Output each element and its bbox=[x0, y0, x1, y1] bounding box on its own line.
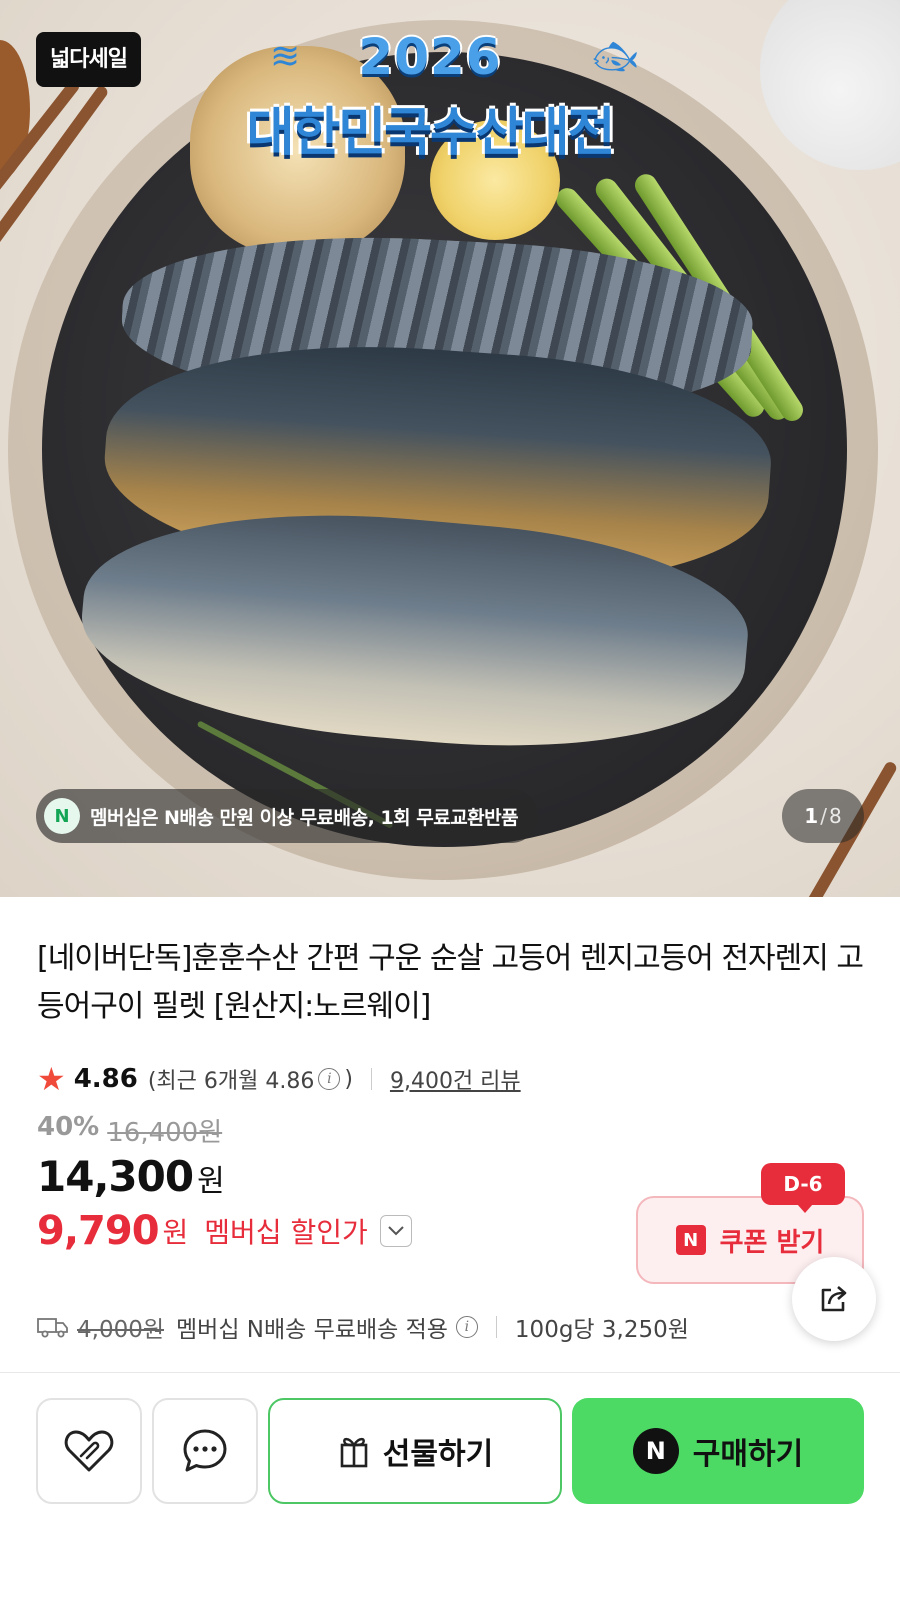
product-image[interactable]: 넓다세일 ≋ 🐟︎ 2026 대한민국수산대전 N 멤버십은 N배송 만원 이상… bbox=[0, 0, 900, 897]
naver-membership-icon: N bbox=[44, 798, 80, 834]
share-button[interactable] bbox=[792, 1257, 876, 1341]
membership-promo-banner[interactable]: N 멤버십은 N배송 만원 이상 무료배송, 1회 무료교환반품 bbox=[36, 789, 539, 843]
sale-price-value: 14,300 bbox=[37, 1152, 194, 1201]
review-count-link[interactable]: 9,400건 리뷰 bbox=[390, 1063, 521, 1095]
page-current: 1 bbox=[804, 804, 819, 828]
page-total: 8 bbox=[828, 804, 842, 828]
info-icon[interactable]: i bbox=[455, 1316, 478, 1338]
buy-label: 구매하기 bbox=[692, 1437, 804, 1472]
chat-bubble-icon bbox=[183, 1429, 227, 1472]
original-price: 16,400원 bbox=[107, 1118, 223, 1148]
gift-button[interactable]: 선물하기 bbox=[268, 1398, 562, 1504]
divider bbox=[370, 1068, 372, 1090]
recent-rating: (최근 6개월 4.86 i ) bbox=[148, 1063, 353, 1095]
sale-price: 14,300 원 bbox=[37, 1152, 225, 1201]
original-shipping-fee: 4,000원 bbox=[77, 1317, 165, 1343]
chevron-down-icon[interactable] bbox=[379, 1215, 412, 1247]
event-name: 대한민국수산대전 bbox=[246, 103, 616, 163]
recent-rating-label: (최근 6개월 4.86 bbox=[147, 1069, 315, 1094]
sale-price-currency: 원 bbox=[197, 1164, 225, 1199]
shipping-row: 4,000원 멤버십 N배송 무료배송 적용 i 100g당 3,250원 bbox=[37, 1310, 689, 1344]
membership-price-currency: 원 bbox=[162, 1216, 189, 1249]
discount-row: 40% 16,400원 bbox=[37, 1112, 222, 1149]
membership-price: 9,790 bbox=[37, 1208, 160, 1254]
sale-badge: 넓다세일 bbox=[36, 32, 141, 87]
bottom-action-bar: 선물하기 N 구매하기 bbox=[0, 1390, 900, 1510]
truck-icon bbox=[37, 1318, 68, 1338]
rating-value: 4.86 bbox=[73, 1064, 138, 1094]
membership-price-row: 9,790 원 멤버십 할인가 bbox=[37, 1208, 412, 1254]
event-logo: 2026 대한민국수산대전 bbox=[180, 28, 680, 165]
coupon-label: 쿠폰 받기 bbox=[719, 1227, 825, 1258]
shipping-text: 멤버십 N배송 무료배송 적용 bbox=[176, 1317, 448, 1343]
info-icon[interactable]: i bbox=[318, 1068, 341, 1090]
wishlist-button[interactable] bbox=[36, 1398, 142, 1504]
event-year: 2026 bbox=[358, 28, 502, 86]
star-icon: ★ bbox=[37, 1060, 66, 1098]
gift-label: 선물하기 bbox=[382, 1437, 494, 1472]
unit-price: 100g당 3,250원 bbox=[514, 1317, 689, 1343]
discount-rate: 40% bbox=[37, 1112, 100, 1142]
membership-price-label: 멤버십 할인가 bbox=[204, 1216, 368, 1249]
page-separator: / bbox=[820, 804, 827, 828]
talk-button[interactable] bbox=[152, 1398, 258, 1504]
naver-pay-icon: N bbox=[632, 1428, 679, 1474]
product-title: [네이버단독]훈훈수산 간편 구운 순살 고등어 렌지고등어 전자렌지 고등어구… bbox=[37, 941, 864, 1024]
gift-icon bbox=[340, 1437, 368, 1468]
image-page-counter: 1 / 8 bbox=[782, 789, 864, 843]
dday-badge: D-6 bbox=[761, 1163, 845, 1213]
rice-bowl bbox=[760, 0, 900, 170]
section-divider bbox=[0, 1372, 900, 1373]
divider bbox=[495, 1316, 497, 1338]
heart-clip-icon bbox=[64, 1430, 114, 1472]
buy-button[interactable]: N 구매하기 bbox=[572, 1398, 864, 1504]
share-icon bbox=[821, 1286, 847, 1312]
recent-rating-close: ) bbox=[344, 1066, 353, 1092]
rating-row: ★ 4.86 (최근 6개월 4.86 i ) 9,400건 리뷰 bbox=[37, 1063, 521, 1095]
naver-n-icon: N bbox=[675, 1225, 706, 1255]
promo-text: 멤버십은 N배송 만원 이상 무료배송, 1회 무료교환반품 bbox=[90, 806, 519, 829]
